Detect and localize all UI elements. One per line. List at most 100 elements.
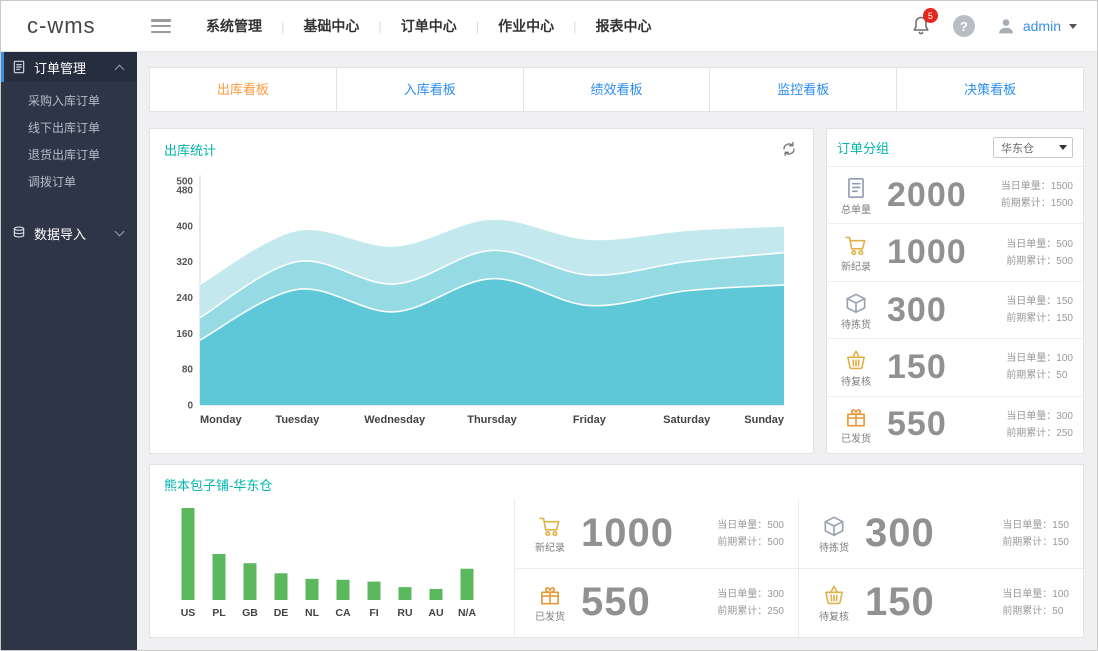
top-nav-item-4[interactable]: 作业中心 [479, 16, 573, 36]
order-doc-icon [11, 59, 27, 75]
stat-value: 150 [865, 580, 935, 625]
svg-text:NL: NL [305, 607, 320, 619]
stat-cumulative: 前期累计：50 [1006, 367, 1073, 384]
stat-label: 总单量 [833, 201, 879, 216]
stat-cumulative: 前期累计：150 [1002, 534, 1069, 551]
svg-text:Thursday: Thursday [467, 414, 517, 426]
box-icon: 待拣货 [833, 290, 879, 331]
stat-gift: 已发货550当日单量：300前期累计：250 [515, 569, 799, 638]
notification-badge: 5 [923, 8, 938, 23]
svg-text:Sunday: Sunday [744, 414, 785, 426]
tab-3[interactable]: 绩效看板 [524, 67, 711, 112]
stat-label: 待复核 [833, 373, 879, 388]
sidebar-section-order-management[interactable]: 订单管理 [1, 52, 137, 82]
stat-detail: 当日单量：150前期累计：150 [1006, 293, 1073, 327]
gift-icon: 已发货 [527, 582, 573, 623]
stat-basket: 待复核 150 当日单量：100前期累计：50 [799, 569, 1083, 638]
active-accent-bar [1, 52, 4, 82]
svg-text:80: 80 [182, 365, 194, 376]
avatar-icon [995, 15, 1017, 37]
cart-icon: 新纪录 [833, 232, 879, 273]
stat-cart: 新纪录 1000 当日单量：500前期累计：500 [515, 500, 799, 569]
chevron-up-icon [115, 64, 125, 74]
stat-box: 待拣货300当日单量：150前期累计：150 [799, 500, 1083, 569]
order-group-panel: 订单分组 华东仓 总单量2000当日单量：1500前期累计：1500新纪录100… [826, 128, 1084, 454]
svg-text:CA: CA [335, 607, 351, 619]
stat-label: 已发货 [527, 608, 573, 623]
stat-document: 总单量2000当日单量：1500前期累计：1500 [827, 167, 1083, 223]
stat-daily: 当日单量：100 [1006, 350, 1073, 367]
svg-text:160: 160 [176, 329, 193, 340]
menu-toggle-icon[interactable] [151, 19, 171, 33]
top-nav-item-5[interactable]: 报表中心 [577, 16, 671, 36]
sidebar-item-3[interactable]: 退货出库订单 [1, 142, 137, 169]
sidebar-item-2[interactable]: 线下出库订单 [1, 115, 137, 142]
svg-text:Friday: Friday [573, 414, 607, 426]
basket-icon: 待复核 [833, 347, 879, 388]
stat-detail: 当日单量：100前期累计：50 [1002, 586, 1069, 620]
top-nav-item-3[interactable]: 订单中心 [382, 16, 476, 36]
order-group-stat-list: 总单量2000当日单量：1500前期累计：1500 新纪录 1000 当日单量：500… [827, 167, 1083, 453]
top-nav-item-1[interactable]: 系统管理 [187, 16, 281, 36]
help-button[interactable]: ? [953, 15, 975, 37]
stat-daily: 当日单量：300 [1006, 408, 1073, 425]
box-icon: 待拣货 [811, 513, 857, 554]
svg-text:240: 240 [176, 293, 193, 304]
svg-text:RU: RU [397, 607, 412, 619]
basket-icon: 待复核 [811, 582, 857, 623]
stat-detail: 当日单量：500前期累计：500 [1006, 236, 1073, 270]
stat-label: 新纪录 [833, 258, 879, 273]
stat-label: 待拣货 [833, 316, 879, 331]
store-stat-grid: 新纪录1000当日单量：500前期累计：500待拣货300当日单量：150前期累… [514, 500, 1083, 637]
chevron-down-icon [1069, 24, 1077, 29]
stat-value: 1000 [581, 511, 674, 556]
stat-label: 已发货 [833, 430, 879, 445]
svg-text:Wednesday: Wednesday [364, 414, 426, 426]
top-nav: 系统管理|基础中心|订单中心|作业中心|报表中心 [187, 16, 671, 36]
sidebar-section-data-import[interactable]: 数据导入 [1, 218, 137, 248]
stat-detail: 当日单量：500前期累计：500 [717, 517, 784, 551]
username: admin [1023, 18, 1061, 34]
svg-text:PL: PL [212, 607, 226, 619]
panel-title: 出库统计 [164, 140, 216, 159]
stat-detail: 当日单量：300前期累计：250 [717, 586, 784, 620]
tab-4[interactable]: 监控看板 [710, 67, 897, 112]
stat-cumulative: 前期累计：500 [1006, 253, 1073, 270]
country-bar-chart-area: USPLGBDENLCAFIRUAUN/A [150, 500, 514, 637]
stat-label: 新纪录 [527, 539, 573, 554]
tab-2[interactable]: 入库看板 [337, 67, 524, 112]
sidebar-item-1[interactable]: 采购入库订单 [1, 88, 137, 115]
stat-label: 待复核 [811, 608, 857, 623]
stat-gift: 已发货550当日单量：300前期累计：250 [827, 396, 1083, 453]
stat-cart: 新纪录 1000 当日单量：500前期累计：500 [827, 223, 1083, 280]
stat-value: 150 [887, 348, 947, 387]
top-nav-item-2[interactable]: 基础中心 [284, 16, 378, 36]
notifications-button[interactable]: 5 [909, 14, 933, 38]
stat-basket: 待复核 150 当日单量：100前期累计：50 [827, 338, 1083, 395]
stat-cumulative: 前期累计：250 [717, 603, 784, 620]
stat-value: 300 [865, 511, 935, 556]
tab-bar: 出库看板入库看板绩效看板监控看板决策看板 [149, 67, 1084, 112]
user-menu[interactable]: admin [995, 15, 1077, 37]
svg-text:Saturday: Saturday [663, 414, 711, 426]
cart-icon: 新纪录 [527, 513, 573, 554]
stat-cumulative: 前期累计：50 [1002, 603, 1069, 620]
stat-cumulative: 前期累计：500 [717, 534, 784, 551]
sidebar-item-4[interactable]: 调拨订单 [1, 169, 137, 196]
tab-5[interactable]: 决策看板 [897, 67, 1084, 112]
stat-daily: 当日单量：150 [1006, 293, 1073, 310]
database-icon [11, 225, 27, 241]
outbound-area-chart: 080160240320400480500MondayTuesdayWednes… [156, 167, 796, 435]
store-panel: 熊本包子铺-华东仓 USPLGBDENLCAFIRUAUN/A 新纪录1000当… [149, 464, 1084, 638]
tab-1[interactable]: 出库看板 [149, 67, 337, 112]
refresh-icon[interactable] [779, 139, 799, 159]
stat-label: 待拣货 [811, 539, 857, 554]
svg-text:400: 400 [176, 221, 193, 232]
panel-title: 熊本包子铺-华东仓 [164, 475, 272, 494]
gift-icon: 已发货 [833, 404, 879, 445]
stat-value: 550 [887, 405, 947, 444]
warehouse-select[interactable]: 华东仓 [993, 137, 1073, 158]
svg-text:N/A: N/A [458, 607, 477, 619]
sidebar-section-label: 订单管理 [34, 58, 86, 77]
stat-value: 1000 [887, 233, 967, 272]
